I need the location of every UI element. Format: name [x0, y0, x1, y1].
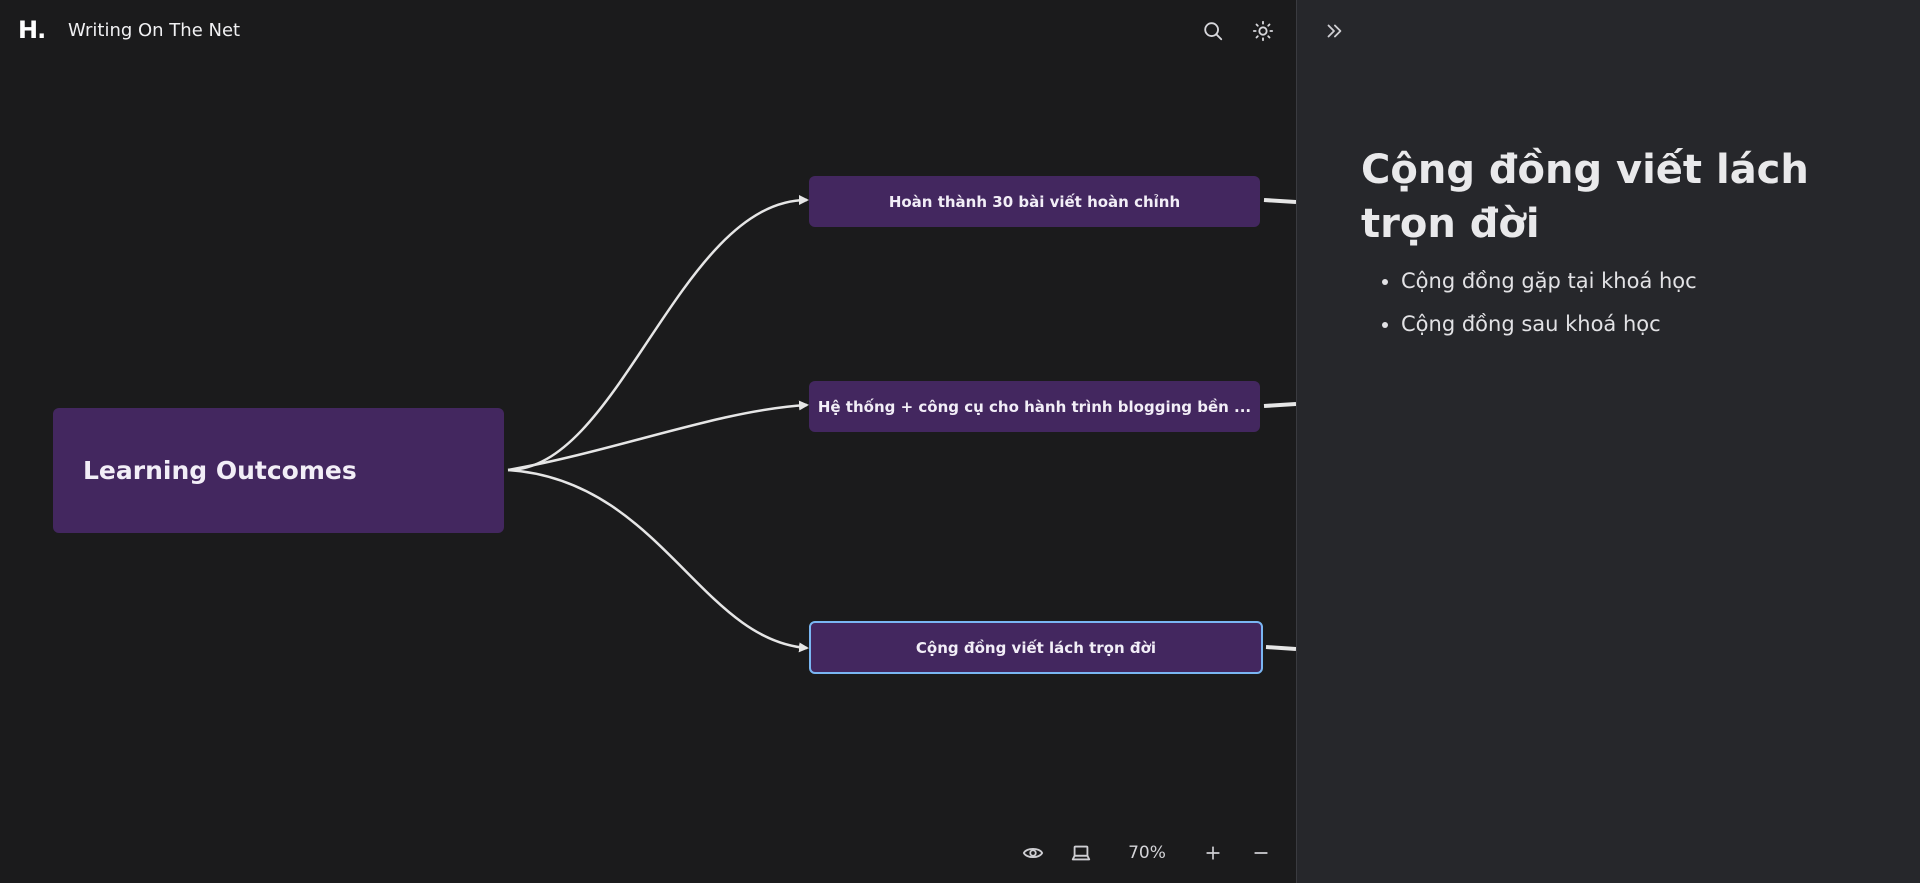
mindmap-root-node[interactable]: Learning Outcomes	[53, 408, 504, 533]
list-item: Cộng đồng gặp tại khoá học	[1401, 260, 1697, 303]
mindmap-child-node-1[interactable]: Hoàn thành 30 bài viết hoàn chỉnh	[809, 176, 1260, 227]
edge-child-1-continuation	[1263, 198, 1296, 204]
canvas-bottom-controls: 70%	[1016, 836, 1278, 870]
edge-root-to-child-1	[507, 195, 809, 472]
app-window: H. Writing On The Net Learning Outcomes …	[0, 0, 1920, 883]
node-detail-panel: Cộng đồng viết lách trọn đời Cộng đồng g…	[1296, 0, 1920, 883]
zoom-out-button[interactable]	[1244, 836, 1278, 870]
edge-child-2-continuation	[1263, 402, 1296, 408]
laptop-icon	[1071, 845, 1091, 861]
mindmap-canvas[interactable]: H. Writing On The Net Learning Outcomes …	[0, 0, 1296, 883]
edge-root-to-child-2	[507, 400, 809, 472]
mindmap-child-node-3[interactable]: Cộng đồng viết lách trọn đời	[809, 621, 1263, 674]
list-item: Cộng đồng sau khoá học	[1401, 303, 1697, 346]
layout-button[interactable]	[1064, 836, 1098, 870]
preview-button[interactable]	[1016, 836, 1050, 870]
eye-icon	[1022, 847, 1044, 859]
chevrons-right-icon	[1327, 24, 1342, 38]
zoom-in-button[interactable]	[1196, 836, 1230, 870]
minus-icon	[1254, 852, 1268, 854]
edge-root-to-child-3	[507, 468, 809, 653]
mindmap-child-node-2[interactable]: Hệ thống + công cụ cho hành trình bloggi…	[809, 381, 1260, 432]
panel-title: Cộng đồng viết lách trọn đời	[1361, 147, 1809, 247]
edge-child-3-continuation	[1265, 645, 1296, 651]
panel-bullet-list: Cộng đồng gặp tại khoá học Cộng đồng sau…	[1361, 260, 1697, 346]
plus-icon	[1206, 846, 1220, 860]
collapse-panel-button[interactable]	[1317, 14, 1351, 48]
zoom-level: 70%	[1128, 843, 1166, 863]
